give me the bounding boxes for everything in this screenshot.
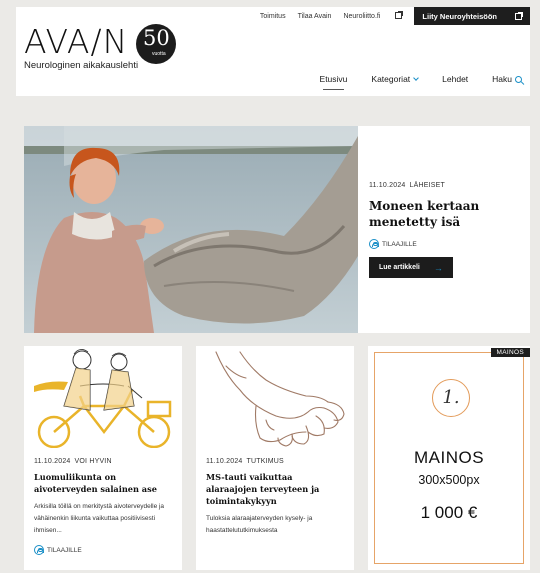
- top-links: Toimitus Tilaa Avain Neuroliitto.fi Liit…: [260, 7, 530, 25]
- chevron-down-icon: [413, 75, 419, 81]
- article-date: 11.10.2024: [206, 458, 243, 465]
- article-card-body: 11.10.2024 TUTKIMUS MS-tauti vaikuttaa al…: [206, 458, 346, 537]
- featured-article-image[interactable]: [24, 126, 358, 333]
- nav-home[interactable]: Etusivu: [320, 74, 347, 90]
- join-community-button[interactable]: Liity Neuroyhteisöön: [414, 7, 530, 25]
- article-card-description: Tuloksia alaraajaterveyden kysely- ja ha…: [206, 515, 313, 534]
- article-meta: 11.10.2024 VOI HYVIN: [34, 458, 174, 465]
- ad-number: 1.: [432, 379, 470, 417]
- tagline: Neurologinen aikakauslehti: [24, 60, 139, 71]
- article-card-title[interactable]: Luomuliikunta on aivoterveyden salainen …: [34, 471, 174, 495]
- user-icon: [34, 545, 44, 555]
- ad-size: 300x500px: [418, 473, 480, 487]
- article-category[interactable]: LÄHEISET: [410, 182, 445, 189]
- anniversary-badge: 50 vuotta: [136, 24, 176, 64]
- read-article-button[interactable]: Lue artikkeli →: [369, 257, 453, 278]
- featured-article-title[interactable]: Moneen kertaan menetetty isä: [369, 198, 519, 230]
- article-card-body: 11.10.2024 VOI HYVIN Luomuliikunta on aiv…: [34, 458, 174, 555]
- toplink-toimitus[interactable]: Toimitus: [260, 13, 286, 20]
- badge-number: 50: [143, 26, 170, 50]
- nav-search[interactable]: Haku: [492, 74, 522, 84]
- article-card[interactable]: 11.10.2024 VOI HYVIN Luomuliikunta on aiv…: [24, 346, 182, 570]
- article-card-image[interactable]: [24, 346, 182, 449]
- article-category[interactable]: VOI HYVIN: [75, 458, 112, 465]
- toplink-neuroliitto[interactable]: Neuroliitto.fi: [343, 11, 404, 20]
- subscribers-only-badge: TILAAJILLE: [369, 239, 519, 249]
- article-meta: 11.10.2024 TUTKIMUS: [206, 458, 346, 465]
- nav-categories[interactable]: Kategoriat: [371, 74, 419, 84]
- advertisement[interactable]: 1. MAINOS 300x500px 1 000 € MAINOS: [368, 346, 530, 570]
- subscribers-only-badge: TILAAJILLE: [34, 545, 174, 555]
- ad-label: MAINOS: [490, 348, 530, 357]
- featured-article-text: 11.10.2024 LÄHEISET Moneen kertaan menete…: [369, 182, 519, 278]
- article-category[interactable]: TUTKIMUS: [247, 458, 284, 465]
- article-card-image[interactable]: [196, 346, 354, 448]
- logo[interactable]: AVA/N: [24, 25, 128, 58]
- nav-issues[interactable]: Lehdet: [442, 74, 468, 84]
- article-date: 11.10.2024: [34, 458, 71, 465]
- arrow-right-icon: →: [433, 262, 443, 273]
- search-icon: [515, 76, 522, 83]
- article-card-title[interactable]: MS-tauti vaikuttaa alaraajojen terveytee…: [206, 471, 346, 507]
- article-card[interactable]: 11.10.2024 TUTKIMUS MS-tauti vaikuttaa al…: [196, 346, 354, 570]
- external-link-icon: [395, 11, 404, 19]
- toplink-tilaa-avain[interactable]: Tilaa Avain: [298, 13, 332, 20]
- user-icon: [369, 239, 379, 249]
- ad-frame: 1. MAINOS 300x500px 1 000 €: [374, 352, 524, 564]
- ad-price: 1 000 €: [420, 503, 478, 522]
- article-date: 11.10.2024: [369, 182, 406, 189]
- featured-article: 11.10.2024 LÄHEISET Moneen kertaan menete…: [24, 126, 530, 333]
- article-card-description: Arkisilla töillä on merkitystä aivoterve…: [34, 503, 165, 534]
- external-link-icon: [515, 11, 523, 20]
- badge-sub: vuotta: [152, 51, 166, 57]
- article-meta: 11.10.2024 LÄHEISET: [369, 182, 519, 189]
- site-header: AVA/N 50 vuotta Neurologinen aikakausleh…: [16, 7, 530, 96]
- ad-title: MAINOS: [413, 448, 485, 467]
- main-nav: Etusivu Kategoriat Lehdet Haku: [296, 74, 522, 90]
